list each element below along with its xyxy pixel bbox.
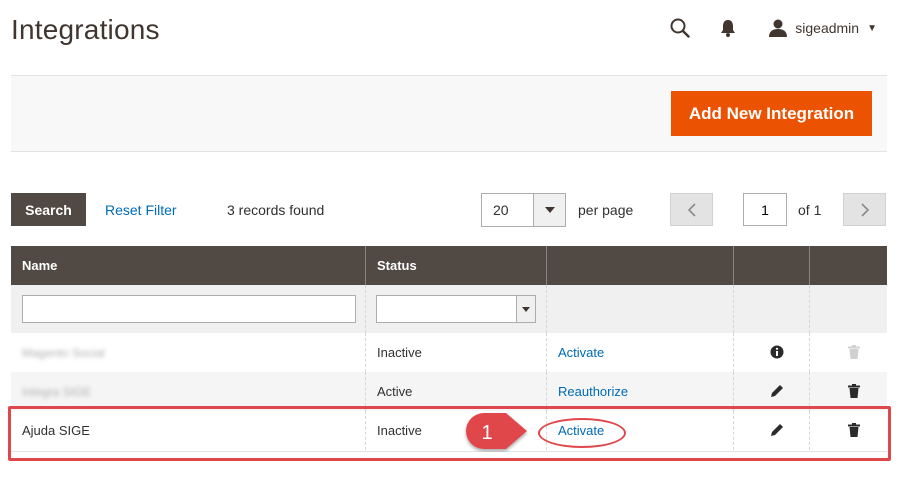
step-badge-number: 1	[481, 422, 492, 444]
reauthorize-link[interactable]: Reauthorize	[558, 384, 628, 399]
grid-header-row: Name Status	[11, 246, 887, 285]
info-icon[interactable]	[770, 345, 784, 372]
per-page-dropdown-icon[interactable]	[533, 194, 565, 226]
grid-filter-row	[11, 285, 887, 333]
integration-status: Inactive	[377, 345, 422, 360]
total-pages-label: of 1	[798, 202, 822, 218]
username-label: sigeadmin	[795, 20, 860, 36]
search-button[interactable]: Search	[11, 193, 86, 226]
chevron-down-icon	[516, 296, 535, 322]
header-actions: sigeadmin ▼	[665, 12, 877, 44]
column-header-status[interactable]: Status	[366, 246, 547, 285]
trash-icon	[848, 345, 860, 372]
integration-status: Active	[377, 384, 413, 399]
records-found-count: 3 records found	[227, 202, 325, 218]
activate-link[interactable]: Activate	[558, 345, 604, 360]
name-filter-input[interactable]	[22, 295, 356, 323]
add-new-integration-button[interactable]: Add New Integration	[671, 91, 872, 136]
highlighted-row-frame	[8, 406, 891, 461]
column-header-action	[547, 246, 734, 285]
chevron-right-icon	[860, 202, 869, 217]
column-header-edit	[734, 246, 810, 285]
per-page-label: per page	[578, 202, 634, 218]
user-account-menu[interactable]: sigeadmin ▼	[769, 19, 877, 37]
current-page-input[interactable]	[743, 193, 787, 226]
column-header-delete	[810, 246, 887, 285]
next-page-button[interactable]	[843, 193, 886, 226]
caret-down-icon: ▼	[867, 22, 877, 34]
page-title: Integrations	[11, 14, 160, 45]
per-page-value: 20	[493, 202, 509, 218]
integration-name: Magento Social	[22, 346, 105, 360]
reset-filter-link[interactable]: Reset Filter	[105, 202, 177, 218]
search-icon[interactable]	[665, 13, 695, 43]
previous-page-button[interactable]	[670, 193, 713, 226]
table-row: Magento Social Inactive Activate	[11, 333, 887, 372]
activate-highlight-oval	[538, 418, 626, 448]
integration-name: Integra SIGE	[22, 385, 92, 399]
column-header-name[interactable]: Name	[11, 246, 366, 285]
page-actions-bar: Add New Integration	[11, 75, 887, 152]
chevron-left-icon	[687, 202, 696, 217]
bell-icon[interactable]	[713, 13, 743, 43]
per-page-select[interactable]: 20	[481, 193, 566, 227]
step-badge: 1	[466, 413, 527, 449]
user-icon	[769, 19, 788, 37]
status-filter-select[interactable]	[376, 295, 536, 323]
grid-controls: Search Reset Filter 3 records found 20 p…	[11, 193, 887, 227]
